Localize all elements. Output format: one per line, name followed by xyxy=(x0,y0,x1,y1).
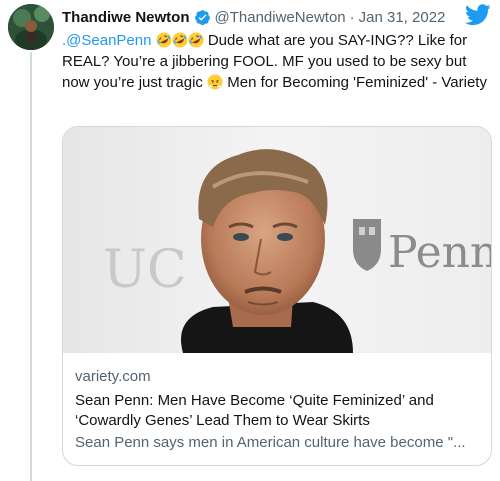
face-with-steam-emoji xyxy=(207,74,223,90)
author-name[interactable]: Thandiwe Newton xyxy=(62,9,190,26)
link-card[interactable]: UC Penn variety.com Sean Penn: Men Have … xyxy=(62,126,492,466)
card-photo: UC Penn xyxy=(63,127,491,353)
tweet-text: .@SeanPenn Dude what are you SAY-ING?? L… xyxy=(62,30,492,93)
tweet[interactable]: Thandiwe Newton @ThandiweNewton · Jan 31… xyxy=(0,0,500,481)
card-meta: variety.com Sean Penn: Men Have Become ‘… xyxy=(75,367,483,453)
backdrop-text: Penn xyxy=(388,227,491,278)
rolling-on-floor-laughing-emoji-2 xyxy=(172,32,188,48)
card-description: Sean Penn says men in American culture h… xyxy=(75,434,466,451)
avatar[interactable] xyxy=(8,4,54,50)
verified-badge-icon xyxy=(194,9,210,25)
author-handle[interactable]: @ThandiweNewton xyxy=(215,9,346,26)
mention-link[interactable]: .@SeanPenn xyxy=(62,32,151,49)
tweet-header: Thandiwe Newton @ThandiweNewton · Jan 31… xyxy=(62,7,445,27)
rolling-on-floor-laughing-emoji-1 xyxy=(156,32,172,48)
separator-dot: · xyxy=(349,8,355,26)
twitter-bird-icon xyxy=(465,4,491,26)
tweet-text-part2: Men for Becoming 'Feminized' - Variety xyxy=(227,74,487,91)
avatar-image xyxy=(8,4,54,50)
card-image[interactable]: UC Penn xyxy=(63,127,491,353)
shield-logo-icon xyxy=(353,219,381,271)
card-domain: variety.com xyxy=(75,368,151,385)
card-title[interactable]: Sean Penn: Men Have Become ‘Quite Femini… xyxy=(75,391,483,431)
backdrop-text-left: UC xyxy=(103,240,187,300)
thread-line xyxy=(30,52,32,481)
tweet-date[interactable]: Jan 31, 2022 xyxy=(359,9,446,26)
rolling-on-floor-laughing-emoji-3 xyxy=(188,32,204,48)
